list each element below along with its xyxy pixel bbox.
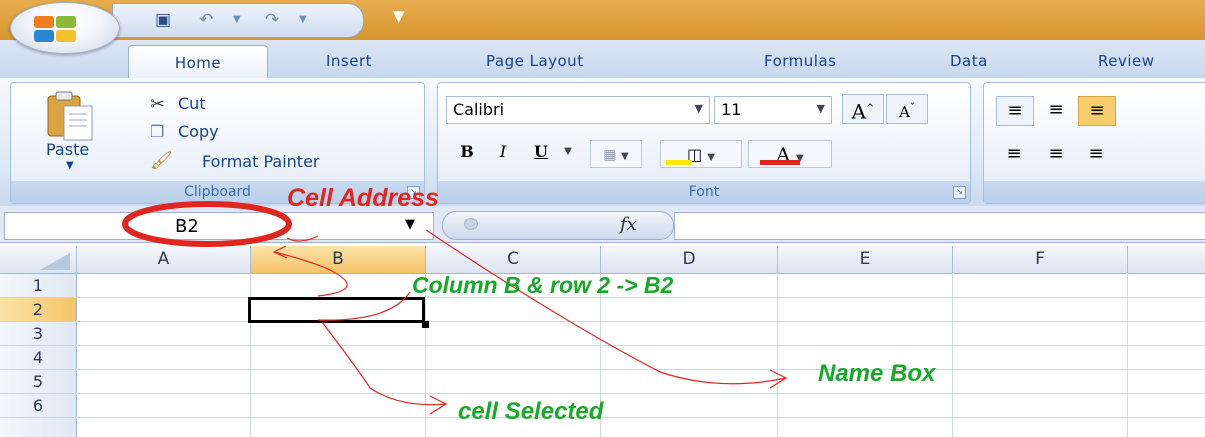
column-header-g[interactable]	[1128, 246, 1205, 274]
select-all-triangle-icon	[40, 253, 70, 270]
gridline	[76, 321, 1205, 322]
tab-insert[interactable]: Insert	[326, 52, 372, 70]
borders-button[interactable]: ▦ ▼	[590, 140, 642, 168]
formula-bar-grip-icon	[464, 218, 478, 230]
formula-input[interactable]	[674, 212, 1205, 240]
copy-button[interactable]: Copy	[178, 122, 219, 141]
format-painter-icon: 🖌	[150, 150, 173, 171]
tab-review[interactable]: Review	[1098, 52, 1155, 70]
align-right-button[interactable]: ≡	[1078, 140, 1114, 168]
shrink-font-icon: A	[899, 103, 910, 121]
paste-dropdown-icon[interactable]: ▼	[66, 160, 74, 171]
row-header-1[interactable]: 1	[0, 274, 77, 298]
row-header-3[interactable]: 3	[0, 322, 77, 346]
column-header-b[interactable]: B	[251, 246, 426, 274]
fill-color-dropdown-icon[interactable]: ▼	[707, 152, 715, 163]
fill-handle[interactable]	[422, 321, 429, 328]
font-size-dropdown-icon[interactable]: ▼	[817, 102, 825, 115]
fill-color-swatch	[666, 160, 692, 165]
gridline	[76, 417, 1205, 418]
align-center-button[interactable]: ≡	[1038, 140, 1074, 168]
scissors-icon: ✂	[150, 94, 166, 115]
row-header-7[interactable]	[0, 418, 77, 437]
gridline	[76, 345, 1205, 346]
font-name-value: Calibri	[453, 100, 505, 119]
column-header-d[interactable]: D	[601, 246, 778, 274]
format-painter-button[interactable]: Format Painter	[202, 152, 319, 171]
borders-dropdown-icon[interactable]: ▼	[621, 151, 629, 162]
undo-icon[interactable]: ↶	[199, 9, 213, 31]
align-middle-button[interactable]: ≡	[1038, 96, 1074, 124]
row-header-4[interactable]: 4	[0, 346, 77, 370]
annotation-name-box: Name Box	[818, 360, 936, 387]
cut-button[interactable]: Cut	[178, 94, 206, 113]
row-header-6[interactable]: 6	[0, 394, 77, 418]
row-header-5[interactable]: 5	[0, 370, 77, 394]
font-group-label: Font	[438, 181, 970, 203]
font-name-combo[interactable]: Calibri ▼	[446, 96, 710, 124]
column-header-e[interactable]: E	[778, 246, 953, 274]
annotation-cell-address: Cell Address	[287, 184, 439, 212]
italic-button[interactable]: I	[488, 138, 518, 166]
font-size-value: 11	[721, 100, 742, 119]
row-header-2[interactable]: 2	[0, 298, 77, 322]
column-header-a[interactable]: A	[77, 246, 251, 274]
font-name-dropdown-icon[interactable]: ▼	[695, 102, 703, 115]
name-box[interactable]	[4, 212, 434, 240]
align-bottom-button[interactable]: ≡	[1078, 96, 1116, 126]
annotation-column-row: Column B & row 2 -> B2	[412, 272, 674, 298]
paste-icon[interactable]	[44, 90, 96, 144]
office-logo-icon	[34, 16, 76, 42]
underline-button[interactable]: U	[526, 138, 556, 166]
tab-home[interactable]: Home	[128, 45, 268, 80]
insert-function-button[interactable]: fx	[620, 214, 637, 235]
customize-qat-icon[interactable]: ▼	[393, 7, 405, 25]
grow-font-button[interactable]: A^	[842, 94, 884, 124]
gridline	[76, 369, 1205, 370]
name-box-value: B2	[175, 216, 199, 237]
undo-dropdown-icon[interactable]: ▼	[233, 9, 241, 31]
tab-data[interactable]: Data	[950, 52, 988, 70]
bold-button[interactable]: B	[452, 138, 482, 166]
shrink-font-button[interactable]: Aˇ	[886, 94, 928, 124]
underline-dropdown-icon[interactable]: ▼	[558, 138, 578, 166]
alignment-group-label	[984, 181, 1205, 203]
align-left-button[interactable]: ≡	[996, 140, 1032, 168]
align-top-button[interactable]: ≡	[996, 96, 1034, 126]
tab-formulas[interactable]: Formulas	[764, 52, 836, 70]
quick-access-toolbar: ▣ ↶ ▼ ↷ ▼	[112, 3, 364, 38]
copy-icon: ❐	[150, 122, 165, 141]
redo-dropdown-icon[interactable]: ▼	[299, 9, 307, 31]
name-box-dropdown-icon[interactable]: ▼	[405, 217, 415, 232]
column-header-f[interactable]: F	[953, 246, 1128, 274]
font-dialog-launcher-icon[interactable]: ↘	[953, 186, 966, 199]
annotation-cell-selected: cell Selected	[458, 398, 604, 425]
selected-cell-b2[interactable]	[248, 297, 425, 323]
tab-page-layout[interactable]: Page Layout	[486, 52, 584, 70]
grow-font-icon: A	[851, 99, 867, 124]
redo-icon[interactable]: ↷	[265, 9, 279, 31]
column-header-c[interactable]: C	[426, 246, 601, 274]
font-size-combo[interactable]: 11 ▼	[714, 96, 832, 124]
paste-label[interactable]: Paste	[46, 140, 89, 159]
save-icon[interactable]: ▣	[155, 9, 171, 31]
font-color-swatch	[760, 160, 800, 165]
gridline	[76, 393, 1205, 394]
